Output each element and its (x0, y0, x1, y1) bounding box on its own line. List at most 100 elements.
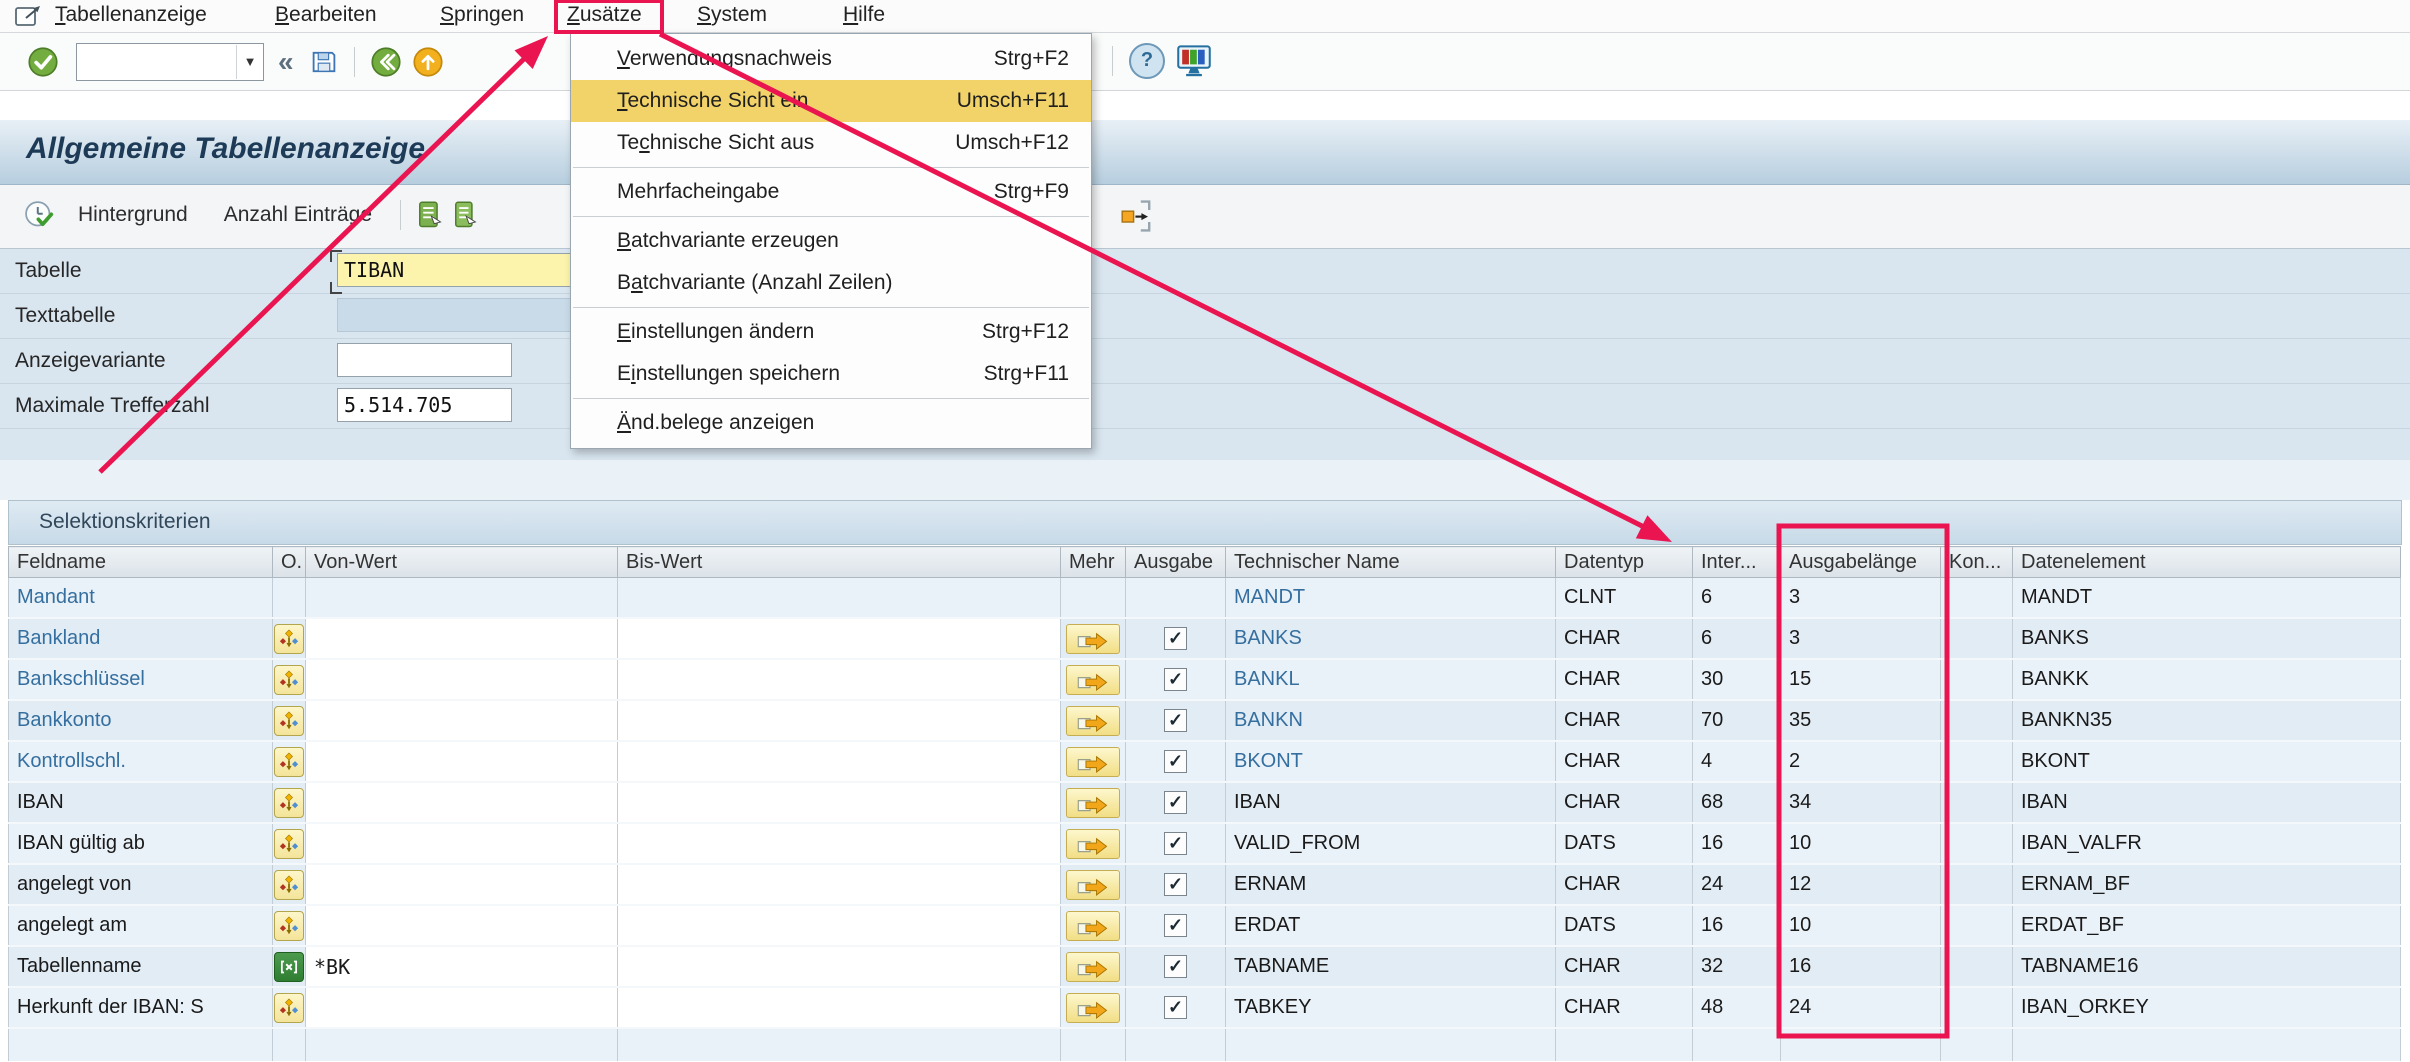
save-icon[interactable] (309, 47, 339, 77)
dropdown-item-technische-sicht-aus[interactable]: Technische Sicht ausUmsch+F12 (571, 122, 1091, 164)
column-header-mehr[interactable]: Mehr (1061, 547, 1126, 578)
column-header-inter[interactable]: Inter... (1693, 547, 1781, 578)
menu-item-zus-tze[interactable]: Zusätze (567, 3, 642, 27)
feldname-cell[interactable]: Kontrollschl. (9, 741, 273, 782)
multiple-selection-icon[interactable] (274, 747, 304, 777)
max-trefferzahl-input[interactable] (337, 388, 512, 422)
multiple-selection-icon[interactable] (274, 993, 304, 1023)
ausgabe-checkbox[interactable]: ✓ (1164, 791, 1187, 814)
collapse-chevron-icon[interactable]: « (278, 47, 294, 77)
back-icon[interactable] (370, 46, 402, 78)
bis-wert-cell[interactable] (618, 905, 1061, 946)
feldname-cell[interactable]: IBAN gültig ab (9, 823, 273, 864)
column-header-datentyp[interactable]: Datentyp (1556, 547, 1693, 578)
dropdown-item-einstellungen-ndern[interactable]: Einstellungen ändernStrg+F12 (571, 311, 1091, 353)
feldname-cell[interactable]: angelegt am (9, 905, 273, 946)
von-wert-cell[interactable]: *BK (306, 946, 618, 987)
feldname-cell[interactable]: IBAN (9, 782, 273, 823)
bis-wert-cell[interactable] (618, 659, 1061, 700)
enter-check-icon[interactable] (27, 46, 59, 78)
ausgabe-checkbox[interactable]: ✓ (1164, 709, 1187, 732)
von-wert-cell[interactable] (306, 618, 618, 659)
von-wert-cell[interactable] (306, 782, 618, 823)
menu-item-springen[interactable]: Springen (440, 3, 524, 27)
new-session-monitor-icon[interactable] (1176, 44, 1212, 78)
session-icon[interactable] (14, 3, 44, 34)
column-header-von-wert[interactable]: Von-Wert (306, 547, 618, 578)
feldname-cell[interactable]: angelegt von (9, 864, 273, 905)
ausgabe-checkbox[interactable]: ✓ (1164, 832, 1187, 855)
list-entries-icon[interactable] (416, 200, 442, 230)
menu-item-system[interactable]: System (697, 3, 767, 27)
mehr-button[interactable] (1066, 829, 1120, 859)
column-header-ausgabel-nge[interactable]: Ausgabelänge (1781, 547, 1941, 578)
hintergrund-button[interactable]: Hintergrund (72, 202, 194, 228)
mehr-button[interactable] (1066, 952, 1120, 982)
von-wert-cell[interactable] (306, 987, 618, 1028)
feldname-cell[interactable]: Tabellenname (9, 946, 273, 987)
help-icon[interactable]: ? (1129, 43, 1165, 79)
expand-distribute-icon[interactable] (1118, 198, 1154, 239)
execute-with-clock-icon[interactable] (23, 199, 55, 231)
exclude-selection-icon[interactable] (274, 952, 304, 982)
mehr-button[interactable] (1066, 911, 1120, 941)
ausgabe-checkbox[interactable]: ✓ (1164, 996, 1187, 1019)
anzahl-eintraege-button[interactable]: Anzahl Einträge (218, 202, 378, 228)
dropdown-item-einstellungen-speichern[interactable]: Einstellungen speichernStrg+F11 (571, 353, 1091, 395)
mehr-button[interactable] (1066, 747, 1120, 777)
bis-wert-cell[interactable] (618, 946, 1061, 987)
multiple-selection-icon[interactable] (274, 870, 304, 900)
feldname-cell[interactable]: Bankschlüssel (9, 659, 273, 700)
mehr-button[interactable] (1066, 870, 1120, 900)
multiple-selection-icon[interactable] (274, 788, 304, 818)
bis-wert-cell[interactable] (618, 741, 1061, 782)
bis-wert-cell[interactable] (618, 618, 1061, 659)
multiple-selection-icon[interactable] (274, 624, 304, 654)
column-header-technischer-name[interactable]: Technischer Name (1226, 547, 1556, 578)
bis-wert-cell[interactable] (618, 864, 1061, 905)
menu-item-hilfe[interactable]: Hilfe (843, 3, 885, 27)
dropdown-item-batchvariante-anzahl-zeilen[interactable]: Batchvariante (Anzahl Zeilen) (571, 262, 1091, 304)
dropdown-item-verwendungsnachweis[interactable]: VerwendungsnachweisStrg+F2 (571, 38, 1091, 80)
ausgabe-checkbox[interactable]: ✓ (1164, 873, 1187, 896)
von-wert-cell[interactable] (306, 823, 618, 864)
multiple-selection-icon[interactable] (274, 665, 304, 695)
multiple-selection-icon[interactable] (274, 829, 304, 859)
anzeigevariante-input[interactable] (337, 343, 512, 377)
ausgabe-checkbox[interactable]: ✓ (1164, 955, 1187, 978)
mehr-button[interactable] (1066, 993, 1120, 1023)
dropdown-item-batchvariante-erzeugen[interactable]: Batchvariante erzeugen (571, 220, 1091, 262)
multiple-selection-icon[interactable] (274, 911, 304, 941)
bis-wert-cell[interactable] (618, 700, 1061, 741)
column-header-datenelement[interactable]: Datenelement (2013, 547, 2401, 578)
von-wert-cell[interactable] (306, 741, 618, 782)
menu-item-tabellenanzeige[interactable]: Tabellenanzeige (55, 3, 207, 27)
multiple-selection-icon[interactable] (274, 706, 304, 736)
command-dropdown-icon[interactable]: ▼ (236, 45, 263, 79)
mehr-button[interactable] (1066, 665, 1120, 695)
mehr-button[interactable] (1066, 788, 1120, 818)
feldname-cell[interactable]: Bankkonto (9, 700, 273, 741)
column-header-bis-wert[interactable]: Bis-Wert (618, 547, 1061, 578)
feldname-cell[interactable]: Herkunft der IBAN: S (9, 987, 273, 1028)
dropdown-item-nd-belege-anzeigen[interactable]: Änd.belege anzeigen (571, 402, 1091, 444)
von-wert-cell[interactable] (306, 659, 618, 700)
column-header-feldname[interactable]: Feldname (9, 547, 273, 578)
dropdown-item-mehrfacheingabe[interactable]: MehrfacheingabeStrg+F9 (571, 171, 1091, 213)
command-input[interactable] (77, 47, 236, 77)
feldname-cell[interactable]: Bankland (9, 618, 273, 659)
von-wert-cell[interactable] (306, 700, 618, 741)
mehr-button[interactable] (1066, 706, 1120, 736)
ausgabe-checkbox[interactable]: ✓ (1164, 914, 1187, 937)
von-wert-cell[interactable] (306, 905, 618, 946)
ausgabe-checkbox[interactable]: ✓ (1164, 668, 1187, 691)
bis-wert-cell[interactable] (618, 987, 1061, 1028)
von-wert-cell[interactable] (306, 864, 618, 905)
dropdown-item-technische-sicht-ein[interactable]: Technische Sicht einUmsch+F11 (571, 80, 1091, 122)
bis-wert-cell[interactable] (618, 823, 1061, 864)
bis-wert-cell[interactable] (618, 782, 1061, 823)
ausgabe-checkbox[interactable]: ✓ (1164, 750, 1187, 773)
exit-icon[interactable] (412, 46, 444, 78)
column-header-o[interactable]: O. (273, 547, 306, 578)
column-header-ausgabe[interactable]: Ausgabe (1126, 547, 1226, 578)
